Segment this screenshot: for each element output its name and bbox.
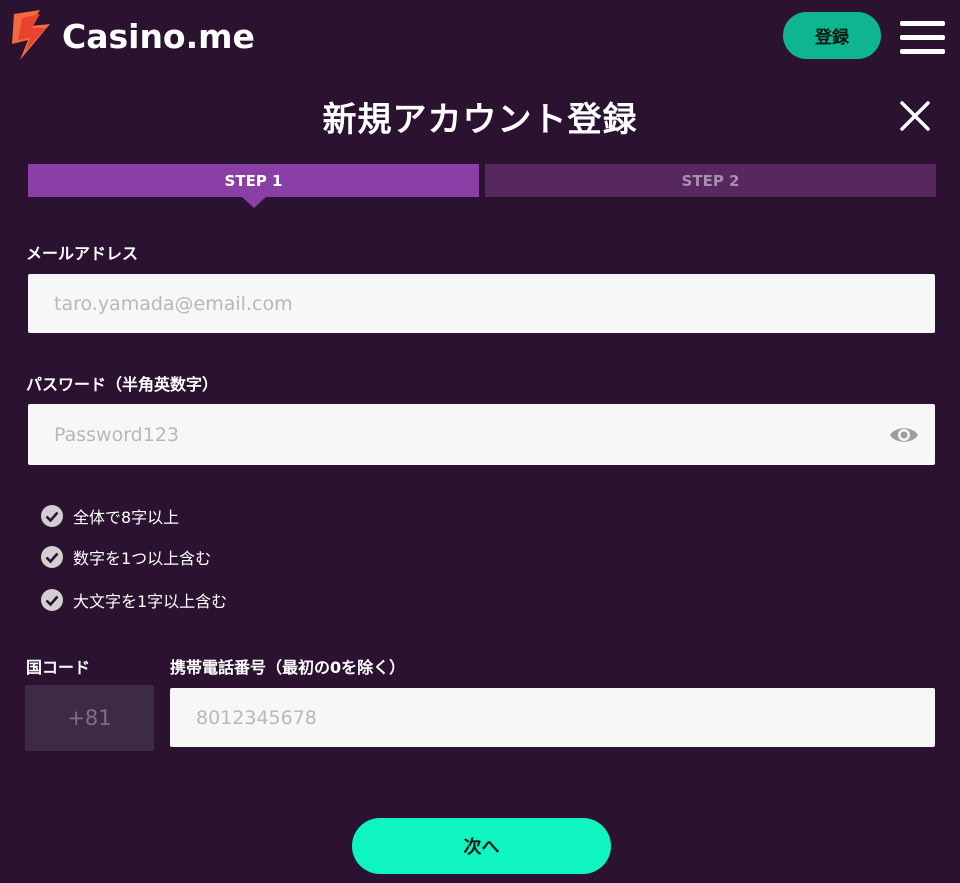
- check-circle-icon: [41, 546, 63, 568]
- check-circle-icon: [41, 505, 63, 527]
- phone-input[interactable]: [170, 688, 935, 747]
- active-step-pointer: [242, 197, 266, 208]
- page-title: 新規アカウント登録: [322, 100, 638, 140]
- password-rule-text: 全体で8字以上: [73, 508, 180, 527]
- eye-icon[interactable]: [889, 424, 919, 446]
- check-circle-icon: [41, 589, 63, 611]
- header: Casino.me 登録: [0, 0, 960, 80]
- close-icon[interactable]: [898, 99, 932, 133]
- password-rule: 数字を1つ以上含む: [40, 545, 211, 569]
- register-button[interactable]: 登録: [783, 12, 881, 59]
- logo[interactable]: Casino.me: [10, 10, 255, 62]
- country-code-field[interactable]: +81: [25, 685, 154, 751]
- password-rule: 全体で8字以上: [40, 504, 179, 528]
- country-code-label: 国コード: [26, 658, 91, 677]
- email-label: メールアドレス: [26, 244, 139, 263]
- logo-bolt-icon: [12, 10, 50, 60]
- password-rule-text: 大文字を1字以上含む: [73, 592, 228, 611]
- password-label: パスワード（半角英数字）: [26, 375, 219, 394]
- phone-label: 携帯電話番号（最初の0を除く）: [170, 658, 406, 677]
- step-2-tab: STEP 2: [485, 164, 936, 197]
- next-button[interactable]: 次へ: [352, 818, 611, 874]
- registration-page: Casino.me 登録 新規アカウント登録 STEP 1 STEP 2 メール…: [0, 0, 960, 883]
- hamburger-menu-icon[interactable]: [900, 21, 946, 55]
- password-input[interactable]: [28, 404, 935, 465]
- email-input[interactable]: [28, 274, 935, 333]
- password-rule: 大文字を1字以上含む: [40, 588, 227, 612]
- logo-text: Casino.me: [62, 16, 255, 56]
- step-1-tab: STEP 1: [28, 164, 479, 197]
- password-rule-text: 数字を1つ以上含む: [73, 549, 212, 568]
